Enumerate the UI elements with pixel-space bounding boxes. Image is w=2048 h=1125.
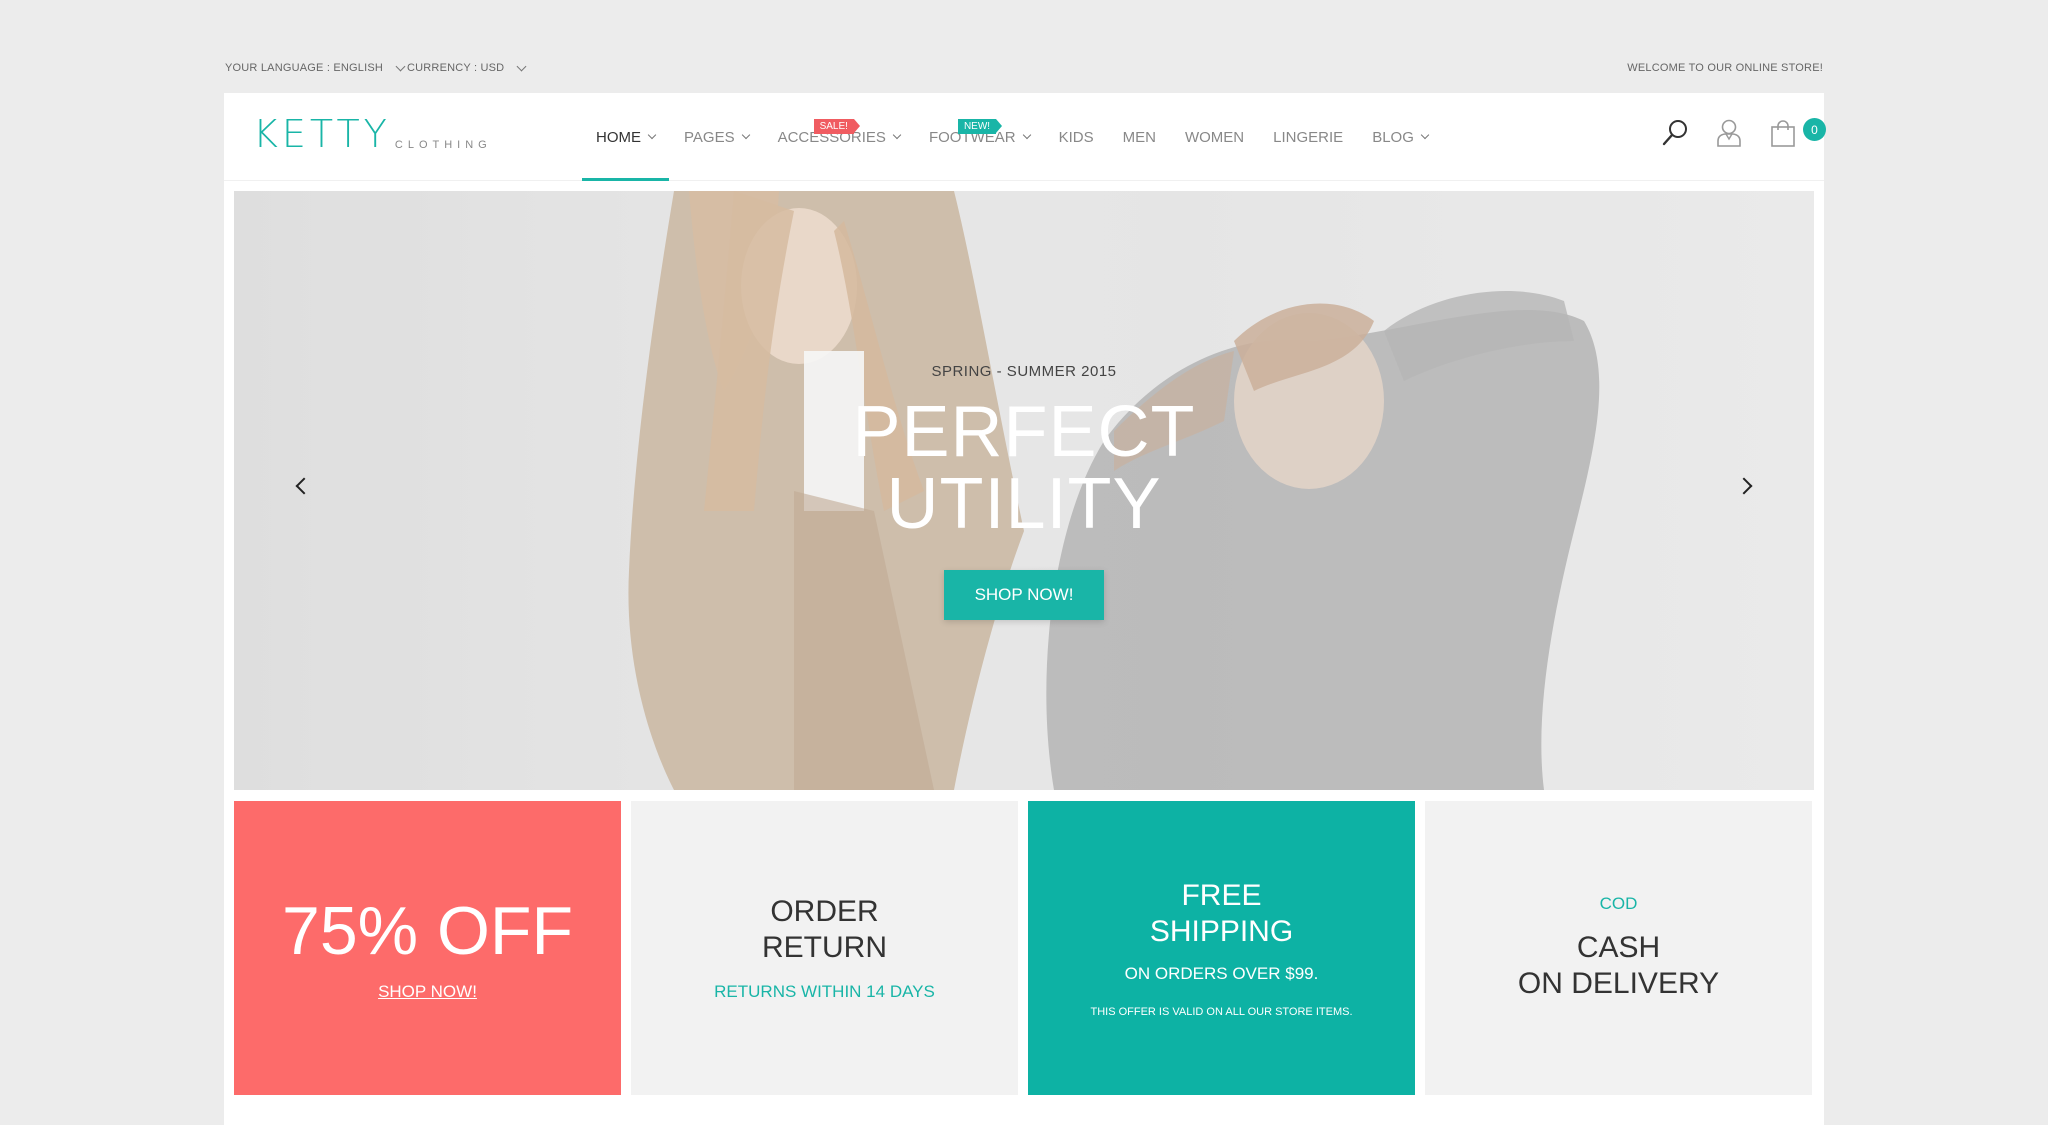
hero-title-line2: UTILITY xyxy=(886,464,1162,544)
hero-slider: SPRING - SUMMER 2015 PERFECT UTILITY SHO… xyxy=(234,191,1814,790)
search-icon[interactable] xyxy=(1660,115,1690,151)
nav-item-footwear[interactable]: NEW! FOOTWEAR xyxy=(915,93,1044,181)
logo-wordmark: KETTY xyxy=(253,112,391,156)
cart-count-badge: 0 xyxy=(1803,118,1826,141)
language-label: YOUR LANGUAGE : ENGLISH xyxy=(225,62,384,74)
nav-label: WOMEN xyxy=(1184,128,1245,146)
currency-label: CURRENCY : USD xyxy=(407,62,505,74)
cod-line2: ON DELIVERY xyxy=(1517,967,1720,1000)
chevron-down-icon xyxy=(1022,130,1031,140)
nav-label: HOME xyxy=(596,128,641,146)
promo-tile-returns: ORDER RETURN RETURNS WITHIN 14 DAYS xyxy=(631,801,1018,1095)
cod-line1: CASH xyxy=(1576,931,1661,964)
cod-label: COD xyxy=(1599,894,1638,913)
shipping-subtext: ON ORDERS OVER $99. xyxy=(1124,964,1319,983)
sale-badge: SALE! xyxy=(813,119,861,134)
header-actions: 0 xyxy=(1660,115,1826,151)
nav-label: MEN xyxy=(1122,128,1156,146)
chevron-down-icon xyxy=(1420,130,1430,140)
nav-item-men[interactable]: MEN xyxy=(1109,93,1170,181)
returns-line1: ORDER xyxy=(770,895,879,928)
nav-label: BLOG xyxy=(1372,128,1414,146)
nav-item-women[interactable]: WOMEN xyxy=(1171,93,1258,181)
site-logo[interactable]: KETTY CLOTHING xyxy=(253,113,492,155)
hero-title: PERFECT UTILITY xyxy=(234,396,1814,540)
welcome-message: WELCOME TO OUR ONLINE STORE! xyxy=(1627,62,1823,74)
user-icon[interactable] xyxy=(1714,115,1744,151)
hero-title-line1: PERFECT xyxy=(852,392,1196,472)
page-container: KETTY CLOTHING HOME PAGES SALE! ACCESSOR… xyxy=(224,93,1826,1125)
shopping-bag-icon[interactable]: 0 xyxy=(1768,115,1826,151)
nav-item-kids[interactable]: KIDS xyxy=(1045,93,1108,181)
shipping-line2: SHIPPING xyxy=(1149,915,1294,948)
nav-item-accessories[interactable]: SALE! ACCESSORIES xyxy=(764,93,914,181)
promo-tile-cod: COD CASH ON DELIVERY xyxy=(1425,801,1812,1095)
nav-item-pages[interactable]: PAGES xyxy=(670,93,763,181)
currency-selector[interactable]: CURRENCY : USD xyxy=(407,61,527,74)
discount-shop-link[interactable]: SHOP NOW! xyxy=(378,982,477,1002)
chevron-down-icon xyxy=(892,130,902,140)
nav-label: PAGES xyxy=(684,128,735,146)
logo-tagline: CLOTHING xyxy=(394,139,492,151)
discount-headline: 75% OFF xyxy=(282,893,573,969)
nav-item-blog[interactable]: BLOG xyxy=(1358,93,1442,181)
hero-caption: SPRING - SUMMER 2015 PERFECT UTILITY SHO… xyxy=(234,363,1814,620)
promo-tile-shipping: FREE SHIPPING ON ORDERS OVER $99. THIS O… xyxy=(1028,801,1415,1095)
returns-subtext: RETURNS WITHIN 14 DAYS xyxy=(714,982,935,1001)
nav-item-lingerie[interactable]: LINGERIE xyxy=(1259,93,1357,181)
language-selector[interactable]: YOUR LANGUAGE : ENGLISH xyxy=(225,61,406,74)
chevron-down-icon xyxy=(516,61,527,71)
shipping-line1: FREE xyxy=(1181,879,1262,912)
main-nav: HOME PAGES SALE! ACCESSORIES NEW! FOOTWE… xyxy=(582,93,1443,181)
chevron-down-icon xyxy=(395,61,406,71)
promo-tile-discount[interactable]: 75% OFF SHOP NOW! xyxy=(234,801,621,1095)
site-header: KETTY CLOTHING HOME PAGES SALE! ACCESSOR… xyxy=(224,93,1826,181)
shop-now-button[interactable]: SHOP NOW! xyxy=(943,570,1105,620)
top-utility-bar: YOUR LANGUAGE : ENGLISH CURRENCY : USD W… xyxy=(225,58,1823,80)
nav-item-home[interactable]: HOME xyxy=(582,93,669,181)
shipping-fineprint: THIS OFFER IS VALID ON ALL OUR STORE ITE… xyxy=(1090,1006,1353,1018)
chevron-down-icon xyxy=(741,130,750,140)
hero-subtitle: SPRING - SUMMER 2015 xyxy=(931,363,1117,380)
new-badge: NEW! xyxy=(957,119,1003,134)
chevron-down-icon xyxy=(647,130,657,140)
returns-line2: RETURN xyxy=(762,931,887,964)
nav-label: KIDS xyxy=(1058,128,1094,146)
nav-label: LINGERIE xyxy=(1273,128,1344,146)
promo-tiles: 75% OFF SHOP NOW! ORDER RETURN RETURNS W… xyxy=(234,801,1814,1095)
